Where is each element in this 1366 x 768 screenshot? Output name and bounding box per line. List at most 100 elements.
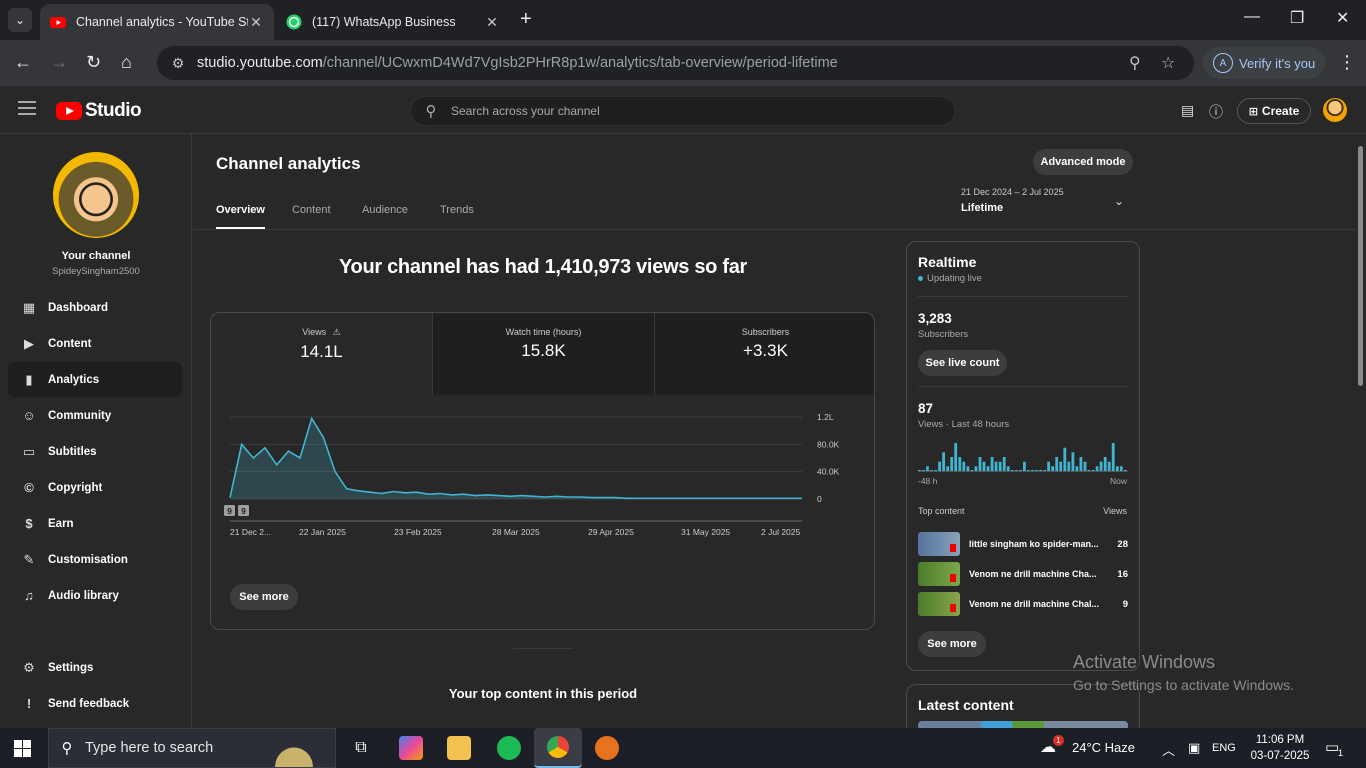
scrollbar-thumb[interactable]: [1358, 146, 1363, 386]
realtime-bar[interactable]: [1043, 470, 1046, 471]
channel-avatar[interactable]: [53, 152, 139, 238]
tab-whatsapp[interactable]: (117) WhatsApp Business ✕: [276, 4, 510, 40]
upload-marker[interactable]: 9: [224, 505, 235, 516]
home-icon[interactable]: ⌂: [121, 52, 132, 72]
realtime-bar[interactable]: [1087, 470, 1091, 471]
top-content-row[interactable]: Venom ne drill machine Cha... 16: [918, 562, 1128, 586]
period-range[interactable]: 21 Dec 2024 – 2 Jul 2025: [961, 187, 1064, 197]
realtime-bar[interactable]: [958, 457, 962, 471]
realtime-bar[interactable]: [1006, 466, 1010, 471]
forward-icon[interactable]: →: [50, 52, 68, 72]
sidebar-item-settings[interactable]: ⚙ Settings: [8, 650, 182, 685]
advanced-mode-button[interactable]: Advanced mode: [1033, 149, 1133, 175]
realtime-bar[interactable]: [1083, 461, 1087, 471]
realtime-bar[interactable]: [986, 466, 990, 471]
tab-trends[interactable]: Trends: [440, 204, 474, 216]
sidebar-item-earn[interactable]: $ Earn: [8, 506, 182, 541]
realtime-bar[interactable]: [1099, 461, 1103, 471]
menu-hamburger-icon[interactable]: [18, 101, 36, 115]
realtime-bar[interactable]: [1047, 461, 1050, 471]
task-view-icon[interactable]: ⧉: [349, 736, 373, 760]
realtime-bar[interactable]: [1107, 461, 1111, 471]
metric-subscribers[interactable]: Subscribers +3.3K: [654, 313, 874, 395]
realtime-bar[interactable]: [1124, 470, 1127, 471]
realtime-bar[interactable]: [1014, 470, 1018, 471]
tab-content[interactable]: Content: [292, 204, 331, 216]
reload-icon[interactable]: ↻: [86, 52, 101, 72]
realtime-bar[interactable]: [1019, 470, 1022, 471]
realtime-bar[interactable]: [966, 466, 970, 471]
realtime-bar[interactable]: [922, 470, 925, 471]
studio-logo[interactable]: Studio: [56, 100, 142, 122]
fl-studio-icon[interactable]: [595, 736, 619, 760]
taskbar-search-input[interactable]: ⚲ Type here to search: [48, 728, 336, 768]
upload-marker[interactable]: 9: [238, 505, 249, 516]
meet-now-icon[interactable]: ▣: [1188, 740, 1200, 756]
chrome-taskbar-icon[interactable]: [534, 728, 582, 768]
minimize-icon[interactable]: —: [1244, 8, 1260, 26]
realtime-bar[interactable]: [1103, 457, 1107, 471]
realtime-bar[interactable]: [950, 457, 954, 471]
language-indicator[interactable]: ENG: [1212, 742, 1236, 754]
help-icon[interactable]: ⓘ: [1209, 102, 1223, 122]
back-icon[interactable]: ←: [14, 52, 32, 72]
realtime-bar[interactable]: [1031, 470, 1034, 471]
realtime-bar[interactable]: [1111, 443, 1115, 471]
realtime-bar[interactable]: [1059, 461, 1063, 471]
tab-audience[interactable]: Audience: [362, 204, 408, 216]
realtime-bar[interactable]: [1055, 457, 1059, 471]
chevron-down-icon[interactable]: ⌄: [1114, 194, 1124, 208]
file-explorer-icon[interactable]: [447, 736, 471, 760]
bookmark-star-icon[interactable]: ☆: [1161, 53, 1175, 73]
channel-search-input[interactable]: ⚲ Search across your channel: [410, 96, 956, 126]
realtime-bar[interactable]: [1071, 452, 1075, 471]
realtime-bar[interactable]: [1039, 470, 1042, 471]
tab-youtube-studio[interactable]: Channel analytics - YouTube Studio ✕: [40, 4, 274, 40]
realtime-bar[interactable]: [974, 466, 978, 471]
period-selector[interactable]: Lifetime: [961, 202, 1003, 214]
realtime-bar[interactable]: [954, 443, 958, 471]
top-content-row[interactable]: little singham ko spider-man... 28: [918, 532, 1128, 556]
copilot-icon[interactable]: [399, 736, 423, 760]
weather-text[interactable]: 24°C Haze: [1072, 740, 1135, 755]
messages-icon[interactable]: ▤: [1181, 102, 1194, 119]
realtime-bar[interactable]: [970, 470, 974, 471]
account-avatar[interactable]: [1323, 98, 1347, 122]
page-scrollbar[interactable]: [1356, 134, 1366, 728]
realtime-bar[interactable]: [998, 461, 1002, 471]
windows-start-icon[interactable]: [14, 740, 31, 757]
realtime-bar[interactable]: [1035, 470, 1038, 471]
see-live-count-button[interactable]: See live count: [918, 350, 1007, 376]
site-info-icon[interactable]: ⚙: [163, 55, 193, 72]
spotify-icon[interactable]: [497, 736, 521, 760]
tab-search-button[interactable]: ⌄: [8, 8, 32, 32]
new-tab-icon[interactable]: +: [520, 9, 532, 29]
top-content-row[interactable]: Venom ne drill machine Chal... 9: [918, 592, 1128, 616]
realtime-bar[interactable]: [926, 466, 929, 471]
realtime-bar[interactable]: [942, 452, 945, 471]
metric-watch-time[interactable]: Watch time (hours) 15.8K: [432, 313, 654, 395]
realtime-bar[interactable]: [994, 461, 998, 471]
metric-views[interactable]: Views ⚠ 14.1L: [211, 313, 432, 395]
realtime-bar[interactable]: [1027, 470, 1030, 471]
close-tab-icon[interactable]: ✕: [484, 14, 500, 31]
browser-menu-icon[interactable]: ⋮: [1338, 52, 1356, 73]
realtime-bar[interactable]: [978, 457, 982, 471]
chevron-up-icon[interactable]: ︿: [1162, 740, 1175, 759]
sidebar-item-customisation[interactable]: ✎ Customisation: [8, 542, 182, 577]
sidebar-item-community[interactable]: ☺ Community: [8, 398, 182, 433]
realtime-bar[interactable]: [1010, 470, 1014, 471]
sidebar-item-analytics[interactable]: ▮ Analytics: [8, 362, 182, 397]
realtime-bar[interactable]: [962, 461, 966, 471]
realtime-bar[interactable]: [938, 461, 941, 471]
realtime-bar[interactable]: [990, 457, 994, 471]
zoom-search-icon[interactable]: ⚲: [1129, 53, 1141, 73]
close-tab-icon[interactable]: ✕: [248, 14, 264, 31]
create-button[interactable]: ⊞ Create: [1237, 98, 1311, 124]
see-more-button[interactable]: See more: [230, 584, 298, 610]
realtime-bar[interactable]: [1002, 457, 1006, 471]
realtime-bar[interactable]: [1075, 466, 1079, 471]
realtime-bar[interactable]: [930, 470, 933, 471]
realtime-bar[interactable]: [1119, 466, 1123, 471]
sidebar-item-copyright[interactable]: © Copyright: [8, 470, 182, 505]
